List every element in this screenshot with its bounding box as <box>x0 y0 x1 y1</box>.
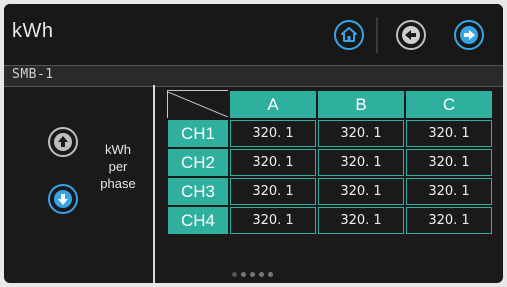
row-header-ch3: CH3 <box>166 176 230 207</box>
diagonal-line <box>167 91 228 117</box>
screen: kWh SMB-1 kWh per phase A B C CH1 320. 1… <box>4 4 503 283</box>
forward-button[interactable] <box>454 20 484 50</box>
unit-label-line2: per <box>108 159 128 174</box>
row-header-ch2: CH2 <box>166 147 230 178</box>
cell-ch2-c: 320. 1 <box>404 147 494 178</box>
table-corner <box>166 89 230 120</box>
page-dot[interactable] <box>250 272 255 277</box>
device-label: SMB-1 <box>12 67 54 82</box>
arrow-down-icon <box>54 190 72 208</box>
unit-label: kWh per phase <box>94 141 142 192</box>
cell-ch4-a: 320. 1 <box>228 205 318 236</box>
table-row: CH2 320. 1 320. 1 320. 1 <box>166 147 494 178</box>
cell-ch1-b: 320. 1 <box>316 118 406 149</box>
cell-ch1-a: 320. 1 <box>228 118 318 149</box>
page-title: kWh <box>12 20 54 42</box>
table-row: CH1 320. 1 320. 1 320. 1 <box>166 118 494 149</box>
table-row: CH3 320. 1 320. 1 320. 1 <box>166 176 494 207</box>
arrow-right-icon <box>460 26 478 44</box>
page-dot[interactable] <box>232 272 237 277</box>
vertical-divider <box>153 85 155 283</box>
column-header-b: B <box>316 89 406 120</box>
arrow-left-icon <box>402 26 420 44</box>
page-dot[interactable] <box>268 272 273 277</box>
row-header-ch4: CH4 <box>166 205 230 236</box>
cell-ch3-b: 320. 1 <box>316 176 406 207</box>
cell-ch3-c: 320. 1 <box>404 176 494 207</box>
page-indicator <box>232 272 273 277</box>
cell-ch2-a: 320. 1 <box>228 147 318 178</box>
unit-label-line3: phase <box>100 176 136 191</box>
header-divider <box>376 17 378 53</box>
table-row: CH4 320. 1 320. 1 320. 1 <box>166 205 494 236</box>
header-bar: kWh <box>4 4 503 65</box>
column-header-c: C <box>404 89 494 120</box>
home-icon <box>341 27 357 42</box>
table-header-row: A B C <box>166 89 494 120</box>
kwh-table: A B C CH1 320. 1 320. 1 320. 1 CH2 320. … <box>166 89 494 236</box>
page-dot[interactable] <box>241 272 246 277</box>
scroll-up-button[interactable] <box>48 127 78 157</box>
home-button[interactable] <box>334 20 364 50</box>
cell-ch1-c: 320. 1 <box>404 118 494 149</box>
scroll-down-button[interactable] <box>48 184 78 214</box>
sub-header-bar: SMB-1 <box>4 65 503 87</box>
cell-ch4-b: 320. 1 <box>316 205 406 236</box>
row-header-ch1: CH1 <box>166 118 230 149</box>
page-dot[interactable] <box>259 272 264 277</box>
cell-ch2-b: 320. 1 <box>316 147 406 178</box>
cell-ch4-c: 320. 1 <box>404 205 494 236</box>
arrow-up-icon <box>54 133 72 151</box>
back-button[interactable] <box>396 20 426 50</box>
cell-ch3-a: 320. 1 <box>228 176 318 207</box>
column-header-a: A <box>228 89 318 120</box>
unit-label-line1: kWh <box>105 142 131 157</box>
